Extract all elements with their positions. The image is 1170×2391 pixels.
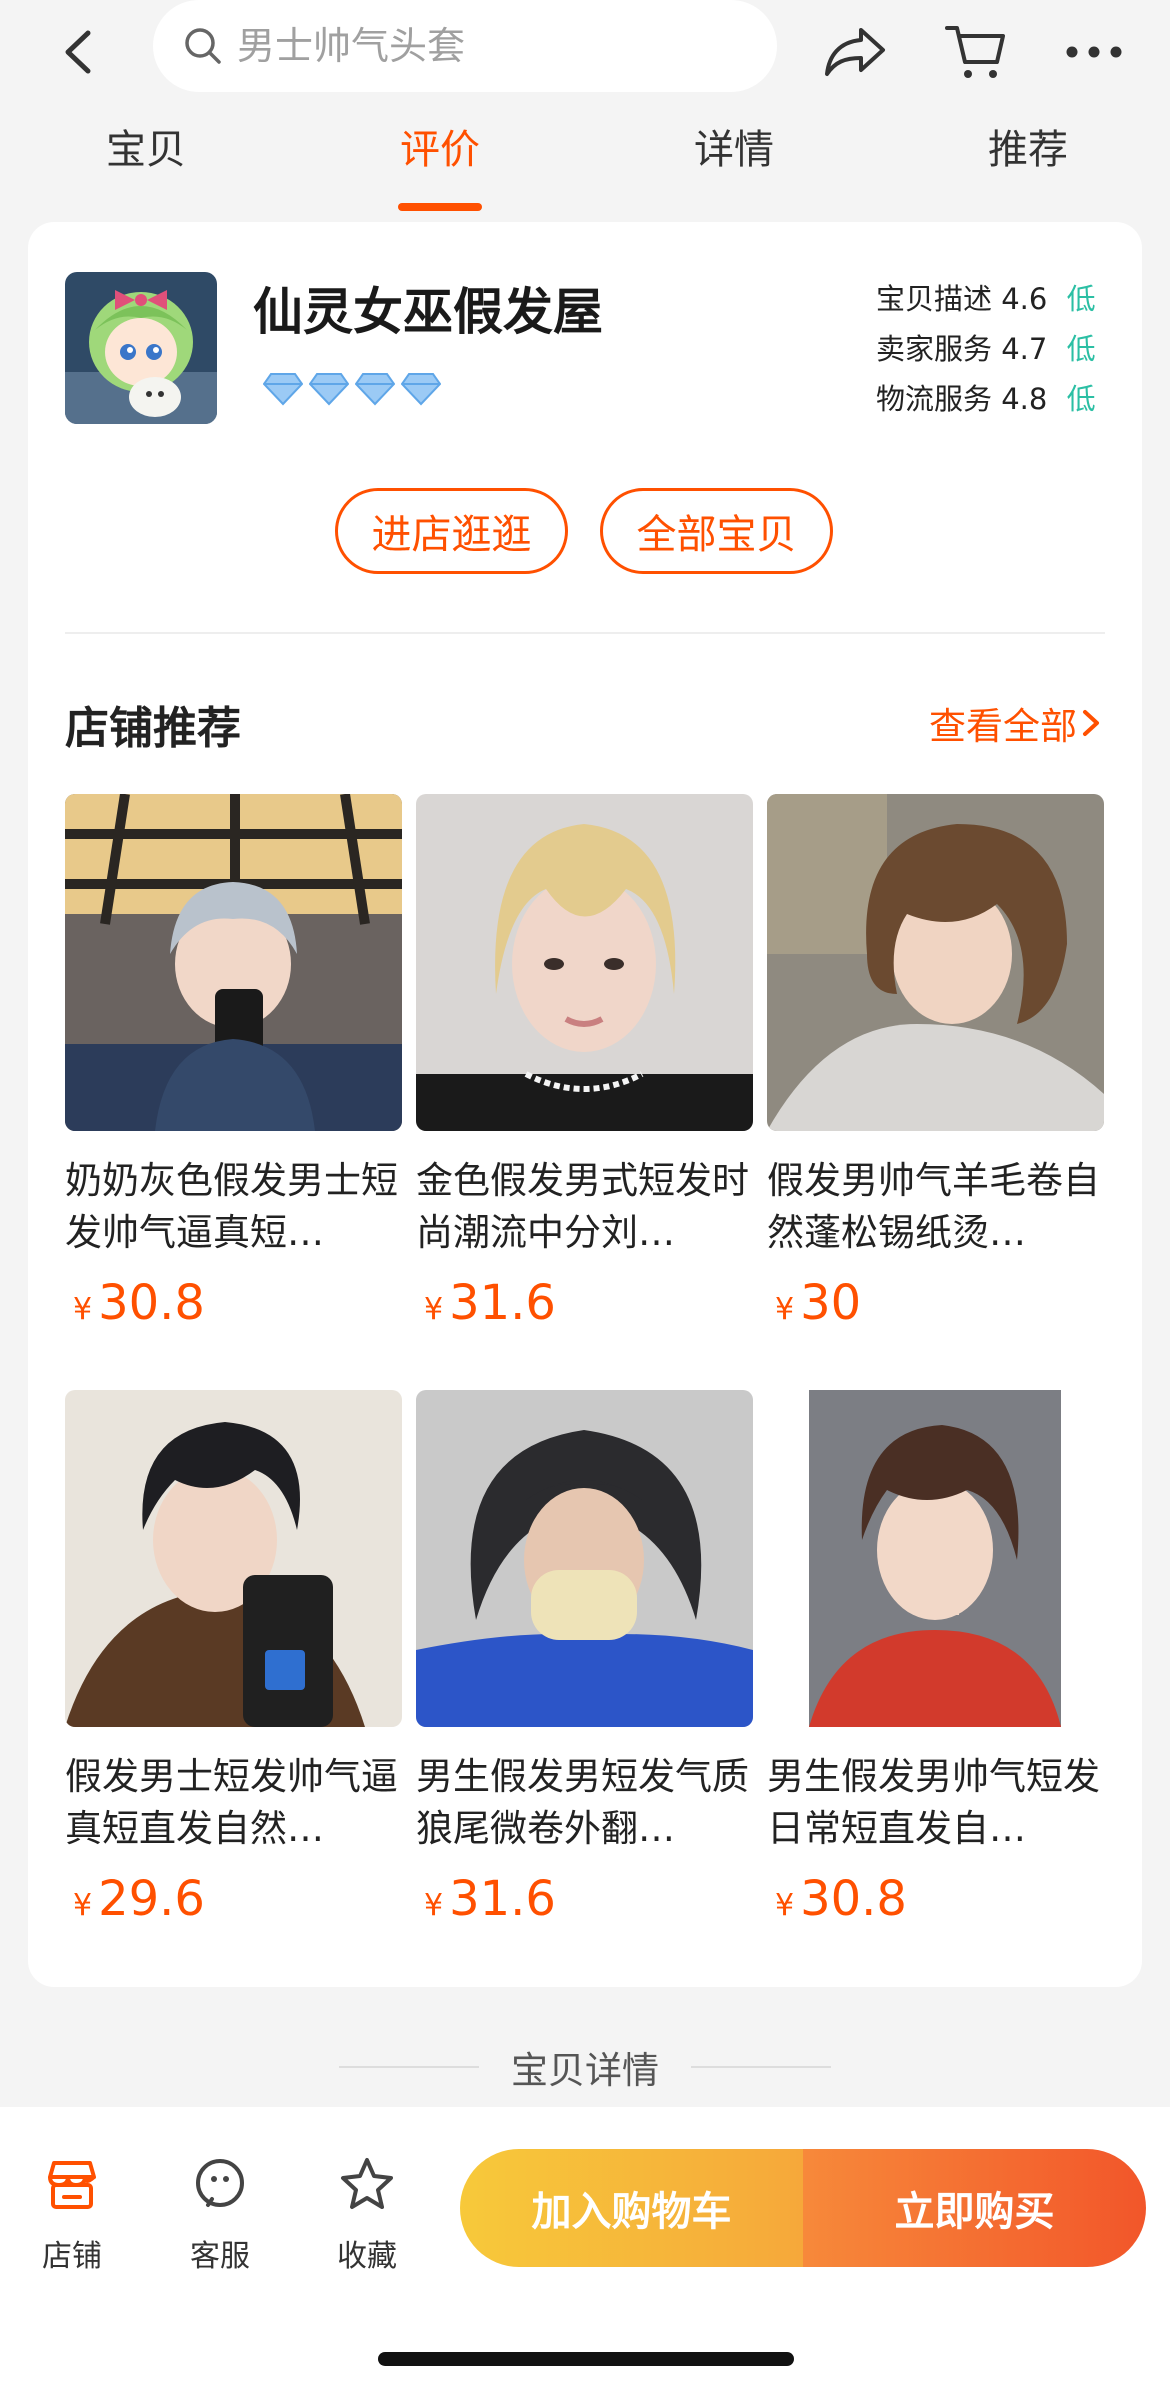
customer-service-label: 客服 bbox=[190, 2239, 250, 2274]
detail-section-divider: 宝贝详情 bbox=[0, 2040, 1170, 2094]
price-value: 30.8 bbox=[800, 1871, 907, 1927]
rating-description: 宝贝描述 4.6 低 bbox=[876, 274, 1096, 324]
price-value: 30 bbox=[800, 1275, 862, 1331]
rating-label: 宝贝描述 bbox=[876, 282, 993, 316]
currency-symbol: ¥ bbox=[775, 1292, 795, 1327]
product-title: 假发男士短发帅气逼真短直发自然… bbox=[65, 1755, 398, 1850]
product-card[interactable]: 金色假发男式短发时尚潮流中分刘… ¥31.6 bbox=[416, 794, 753, 1331]
product-title: 男生假发男帅气短发日常短直发自… bbox=[767, 1755, 1100, 1850]
store-button[interactable]: 店铺 bbox=[22, 2155, 122, 2275]
diamond-icon bbox=[309, 373, 349, 406]
product-title: 金色假发男式短发时尚潮流中分刘… bbox=[416, 1159, 749, 1254]
share-icon[interactable] bbox=[815, 12, 895, 92]
product-title: 男生假发男短发气质狼尾微卷外翻… bbox=[416, 1755, 749, 1850]
diamond-icon bbox=[401, 373, 441, 406]
price-value: 30.8 bbox=[98, 1275, 205, 1331]
enter-store-button[interactable]: 进店逛逛 bbox=[335, 488, 568, 574]
price-value: 31.6 bbox=[449, 1275, 556, 1331]
customer-service-button[interactable]: 客服 bbox=[170, 2155, 270, 2275]
diamond-icon bbox=[263, 373, 303, 406]
divider bbox=[65, 632, 1105, 634]
shop-name[interactable]: 仙灵女巫假发屋 bbox=[253, 272, 603, 344]
product-price: ¥29.6 bbox=[65, 1871, 402, 1927]
add-to-cart-button[interactable]: 加入购物车 bbox=[460, 2149, 803, 2267]
rating-logistics: 物流服务 4.8 低 bbox=[876, 374, 1096, 424]
tab-details[interactable]: 详情 bbox=[664, 125, 804, 175]
rating-level: 低 bbox=[1066, 332, 1096, 366]
store-label: 店铺 bbox=[42, 2239, 102, 2274]
rating-level: 低 bbox=[1066, 382, 1096, 416]
tab-label: 宝贝 bbox=[106, 127, 186, 173]
divider-line bbox=[691, 2066, 831, 2068]
rating-score: 4.6 bbox=[1001, 282, 1048, 316]
more-icon[interactable] bbox=[1054, 12, 1134, 92]
store-icon bbox=[48, 2161, 96, 2209]
rating-level: 低 bbox=[1066, 282, 1096, 316]
product-image[interactable] bbox=[416, 794, 753, 1131]
currency-symbol: ¥ bbox=[73, 1888, 93, 1923]
product-image[interactable] bbox=[416, 1390, 753, 1727]
buy-now-button[interactable]: 立即购买 bbox=[803, 2149, 1146, 2267]
top-bar: 宝贝 评价 详情 推荐 bbox=[0, 0, 1170, 220]
search-bar[interactable] bbox=[153, 0, 777, 92]
tab-baobei[interactable]: 宝贝 bbox=[76, 125, 216, 175]
product-card[interactable]: 男生假发男帅气短发日常短直发自… ¥30.8 bbox=[767, 1390, 1104, 1927]
currency-symbol: ¥ bbox=[424, 1292, 444, 1327]
shop-ratings: 宝贝描述 4.6 低 卖家服务 4.7 低 物流服务 4.8 低 bbox=[876, 274, 1096, 424]
favorite-label: 收藏 bbox=[337, 2239, 397, 2274]
view-all-link[interactable]: 查看全部 bbox=[929, 696, 1105, 750]
diamond-icon bbox=[355, 373, 395, 406]
chevron-right-icon bbox=[1083, 710, 1099, 736]
back-arrow-icon[interactable] bbox=[48, 12, 108, 92]
star-icon bbox=[341, 2158, 393, 2209]
rating-label: 物流服务 bbox=[876, 382, 993, 416]
price-value: 29.6 bbox=[98, 1871, 205, 1927]
product-card[interactable]: 男生假发男短发气质狼尾微卷外翻… ¥31.6 bbox=[416, 1390, 753, 1927]
rating-label: 卖家服务 bbox=[876, 332, 993, 366]
search-icon bbox=[185, 28, 221, 64]
rating-score: 4.7 bbox=[1001, 332, 1048, 366]
cart-icon[interactable] bbox=[935, 12, 1015, 92]
rating-score: 4.8 bbox=[1001, 382, 1048, 416]
price-value: 31.6 bbox=[449, 1871, 556, 1927]
tab-reviews[interactable]: 评价 bbox=[370, 125, 510, 211]
tab-label: 推荐 bbox=[988, 127, 1068, 173]
product-image[interactable] bbox=[65, 1390, 402, 1727]
product-price: ¥31.6 bbox=[416, 1871, 753, 1927]
product-card[interactable]: 假发男士短发帅气逼真短直发自然… ¥29.6 bbox=[65, 1390, 402, 1927]
product-price: ¥30.8 bbox=[65, 1275, 402, 1331]
product-image[interactable] bbox=[767, 1390, 1104, 1727]
divider-line bbox=[339, 2066, 479, 2068]
product-price: ¥31.6 bbox=[416, 1275, 753, 1331]
currency-symbol: ¥ bbox=[73, 1292, 93, 1327]
store-recommend-title: 店铺推荐 bbox=[65, 703, 241, 754]
detail-section-title: 宝贝详情 bbox=[511, 2049, 659, 2092]
product-title: 假发男帅气羊毛卷自然蓬松锡纸烫… bbox=[767, 1159, 1100, 1254]
all-items-button[interactable]: 全部宝贝 bbox=[600, 488, 833, 574]
tab-label: 评价 bbox=[400, 127, 480, 173]
shop-level-diamonds bbox=[263, 372, 441, 406]
product-image[interactable] bbox=[65, 794, 402, 1131]
currency-symbol: ¥ bbox=[424, 1888, 444, 1923]
product-card[interactable]: 假发男帅气羊毛卷自然蓬松锡纸烫… ¥30 bbox=[767, 794, 1104, 1331]
view-all-label: 查看全部 bbox=[929, 705, 1077, 748]
bottom-action-bar: 店铺 客服 收藏 加入购物车 立即购买 bbox=[0, 2107, 1170, 2391]
shop-card: 仙灵女巫假发屋 宝贝描述 4.6 低 卖家服务 4.7 低 物流服务 4.8 低… bbox=[28, 222, 1142, 1987]
product-price: ¥30 bbox=[767, 1275, 1104, 1331]
tab-label: 详情 bbox=[694, 127, 774, 173]
product-title: 奶奶灰色假发男士短发帅气逼真短… bbox=[65, 1159, 398, 1254]
home-indicator[interactable] bbox=[378, 2352, 794, 2366]
tab-bar: 宝贝 评价 详情 推荐 bbox=[0, 125, 1170, 220]
currency-symbol: ¥ bbox=[775, 1888, 795, 1923]
shop-logo[interactable] bbox=[65, 272, 217, 424]
product-image[interactable] bbox=[767, 794, 1104, 1131]
tab-recommend[interactable]: 推荐 bbox=[958, 125, 1098, 175]
product-card[interactable]: 奶奶灰色假发男士短发帅气逼真短… ¥30.8 bbox=[65, 794, 402, 1331]
rating-service: 卖家服务 4.7 低 bbox=[876, 324, 1096, 374]
search-input[interactable] bbox=[237, 24, 697, 68]
favorite-button[interactable]: 收藏 bbox=[317, 2155, 417, 2275]
active-tab-indicator bbox=[398, 203, 482, 211]
product-price: ¥30.8 bbox=[767, 1871, 1104, 1927]
customer-service-icon bbox=[196, 2159, 244, 2207]
